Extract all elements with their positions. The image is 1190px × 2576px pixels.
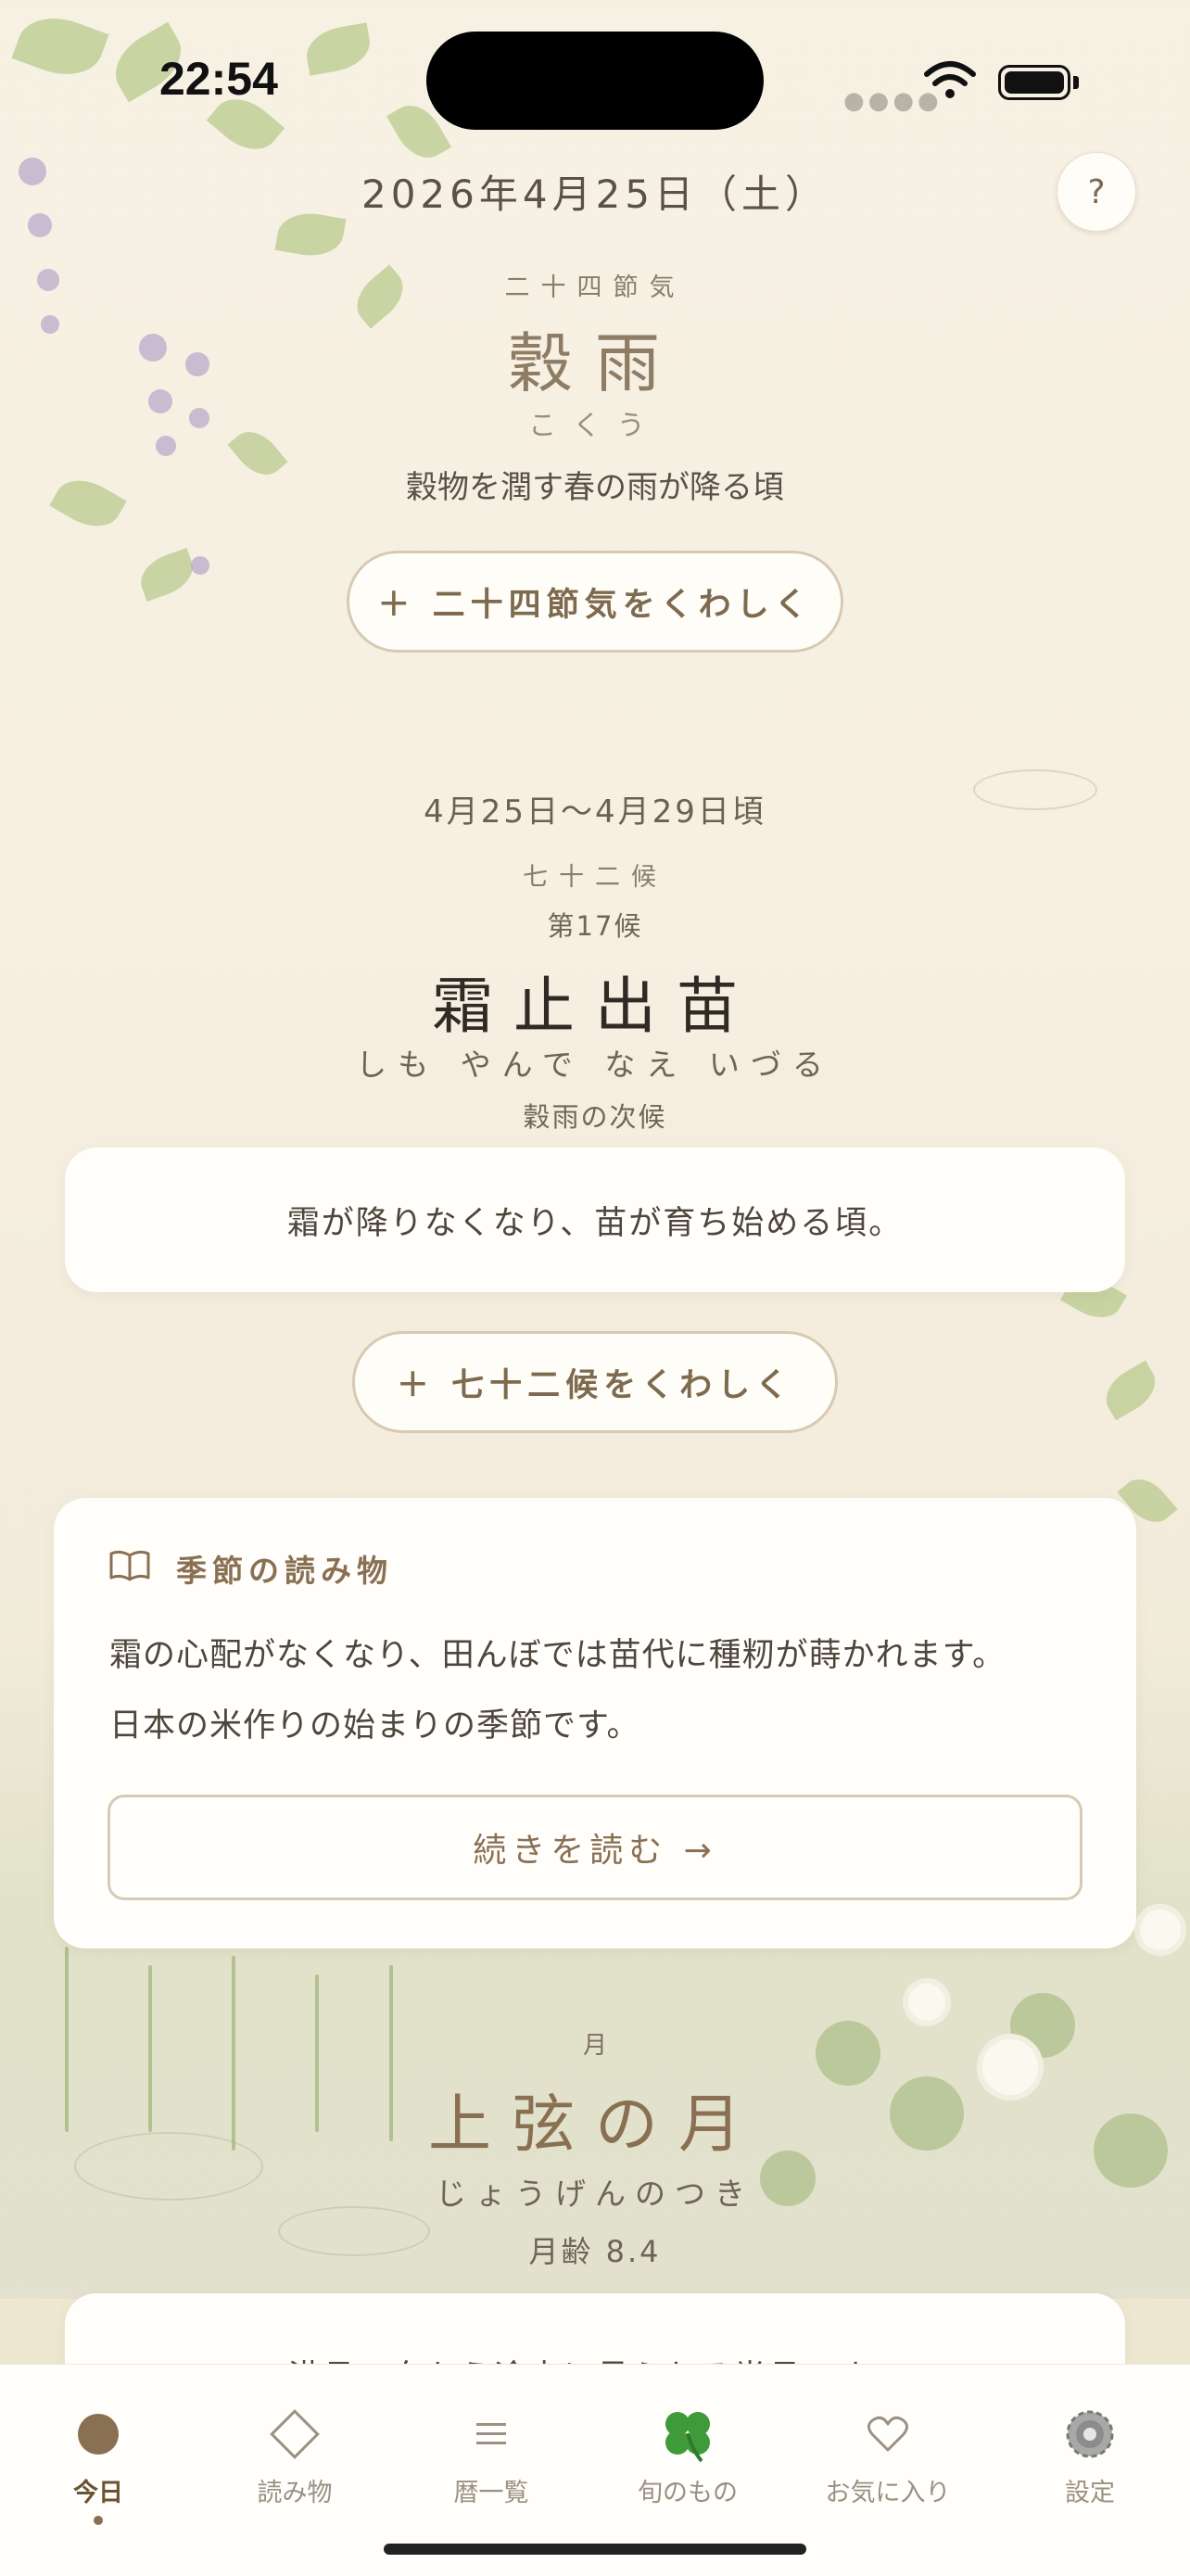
ko-number: 第17候 bbox=[547, 910, 643, 942]
reading-title: 季節の読み物 bbox=[176, 1553, 393, 1589]
list-icon bbox=[408, 2402, 575, 2467]
active-indicator bbox=[94, 2516, 103, 2525]
tab-label: 旬のもの bbox=[638, 2479, 738, 2507]
tab-label: 設定 bbox=[1065, 2479, 1115, 2507]
page-date: 2026年4月25日（土） bbox=[361, 171, 829, 217]
tab-label: 今日 bbox=[73, 2479, 123, 2507]
dynamic-island bbox=[426, 32, 764, 130]
tab-settings[interactable]: 設定 bbox=[1006, 2402, 1173, 2508]
reading-body-line2: 日本の米作りの始まりの季節です。 bbox=[109, 1707, 640, 1745]
continue-reading-button[interactable]: 続きを読む → bbox=[108, 1795, 1082, 1900]
tab-favorites[interactable]: お気に入り bbox=[804, 2402, 971, 2508]
diamond-icon bbox=[211, 2402, 378, 2467]
ko-description-card: 霜が降りなくなり、苗が育ち始める頃。 bbox=[65, 1148, 1125, 1292]
tab-label: 読み物 bbox=[257, 2479, 333, 2507]
wifi-icon bbox=[923, 59, 977, 104]
ko-relation: 穀雨の次候 bbox=[523, 1101, 667, 1133]
sekki-name: 穀雨 bbox=[508, 325, 682, 401]
moon-reading: じょうげんのつき bbox=[436, 2176, 754, 2212]
sekki-detail-label: ＋ 二十四節気をくわしく bbox=[377, 586, 813, 624]
reading-body-line1: 霜の心配がなくなり、田んぼでは苗代に種籾が蒔かれます。 bbox=[109, 1637, 1006, 1674]
sekki-kicker: 二十四節気 bbox=[504, 273, 686, 302]
gear-icon bbox=[1006, 2402, 1173, 2467]
ko-name: 霜止出苗 bbox=[432, 971, 758, 1042]
moon-age: 月齢 8.4 bbox=[528, 2234, 662, 2269]
ko-detail-button[interactable]: ＋ 七十二候をくわしく bbox=[352, 1331, 838, 1433]
ko-date-range: 4月25日〜4月29日頃 bbox=[424, 793, 766, 831]
tab-label: 暦一覧 bbox=[453, 2479, 529, 2507]
moon-kicker: 月 bbox=[582, 2032, 607, 2060]
tab-label: お気に入り bbox=[825, 2479, 951, 2507]
ko-description: 霜が降りなくなり、苗が育ち始める頃。 bbox=[286, 1204, 904, 1242]
tab-reading[interactable]: 読み物 bbox=[211, 2402, 378, 2508]
tab-today[interactable]: 今日 bbox=[15, 2402, 182, 2525]
today-dot-icon bbox=[15, 2402, 182, 2467]
status-time: 22:54 bbox=[159, 53, 278, 105]
battery-tip bbox=[1073, 76, 1079, 89]
seasonal-reading-card: 季節の読み物 霜の心配がなくなり、田んぼでは苗代に種籾が蒔かれます。 日本の米作… bbox=[54, 1498, 1136, 1948]
home-indicator bbox=[384, 2544, 806, 2555]
heart-icon bbox=[804, 2402, 971, 2467]
battery-icon bbox=[998, 65, 1070, 100]
ko-kicker: 七十二候 bbox=[523, 863, 667, 892]
continue-reading-label: 続きを読む → bbox=[473, 1832, 717, 1870]
sekki-description: 穀物を潤す春の雨が降る頃 bbox=[406, 469, 784, 506]
tab-calendar-list[interactable]: 暦一覧 bbox=[408, 2402, 575, 2508]
sekki-reading: こくう bbox=[528, 410, 662, 442]
moon-name: 上弦の月 bbox=[427, 2088, 762, 2162]
tab-seasonal-things[interactable]: 旬のもの bbox=[604, 2402, 771, 2508]
sekki-detail-button[interactable]: ＋ 二十四節気をくわしく bbox=[347, 551, 843, 653]
clover-icon bbox=[604, 2402, 771, 2467]
book-icon bbox=[109, 1550, 150, 1585]
ko-detail-label: ＋ 七十二候をくわしく bbox=[396, 1366, 794, 1404]
ko-reading: しも やんで なえ いづる bbox=[356, 1047, 834, 1083]
